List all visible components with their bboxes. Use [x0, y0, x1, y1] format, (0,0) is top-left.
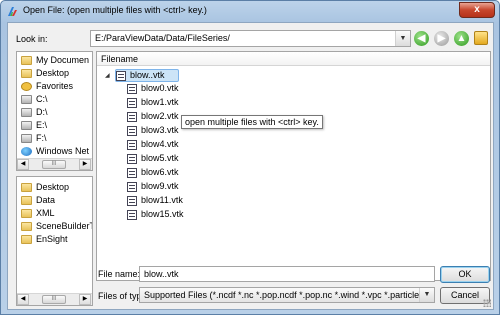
- collapse-arrow-icon[interactable]: ◢: [105, 72, 110, 79]
- places-item-label: C:\: [36, 94, 48, 104]
- ok-button[interactable]: OK: [440, 266, 490, 283]
- multi-select-tooltip: open multiple files with <ctrl> key.: [181, 115, 323, 129]
- vtk-file-icon: [127, 98, 137, 108]
- file-name: blow2.vtk: [141, 111, 179, 121]
- file-type-value: Supported Files (*.ncdf *.nc *.pop.ncdf …: [144, 290, 430, 300]
- favorites-icon: [21, 82, 32, 91]
- scroll-right-icon[interactable]: ▶: [79, 294, 91, 305]
- new-folder-button[interactable]: [474, 31, 488, 45]
- vtk-file-icon: [127, 84, 137, 94]
- recent-directories-sidebar: Desktop Data XML SceneBuilderT EnSight ◀…: [16, 176, 93, 306]
- file-group-row[interactable]: blow..vtk: [115, 69, 179, 82]
- back-button[interactable]: ◀: [414, 31, 429, 46]
- folder-icon: [21, 209, 32, 218]
- dialog-client-area: Look in: E:/ParaViewData/Data/FileSeries…: [7, 22, 494, 310]
- file-name: blow15.vtk: [141, 209, 184, 219]
- chevron-down-icon[interactable]: ▼: [395, 31, 410, 46]
- up-arrow-icon: ▲: [456, 33, 467, 44]
- file-name: blow11.vtk: [141, 195, 183, 205]
- places-item-label: E:\: [36, 120, 48, 130]
- recent-item-label: Data: [36, 195, 56, 205]
- scrollbar-thumb[interactable]: III: [42, 295, 66, 304]
- places-item-label: Favorites: [36, 81, 74, 91]
- recent-item-label: SceneBuilderT: [36, 221, 93, 231]
- scroll-left-icon[interactable]: ◀: [17, 294, 29, 305]
- drive-icon: [21, 134, 32, 143]
- recent-item-label: EnSight: [36, 234, 68, 244]
- resize-grip-icon[interactable]: [483, 299, 491, 307]
- file-name: blow5.vtk: [141, 153, 179, 163]
- look-in-value: E:/ParaViewData/Data/FileSeries/: [95, 33, 230, 43]
- file-name: blow0.vtk: [141, 83, 179, 93]
- vtk-file-icon: [127, 168, 137, 178]
- file-name: blow3.vtk: [141, 125, 179, 135]
- file-group-icon: [116, 71, 126, 81]
- vtk-file-icon: [127, 112, 137, 122]
- file-name: blow..vtk: [130, 70, 165, 80]
- back-arrow-icon: ◀: [417, 33, 426, 44]
- file-name-input[interactable]: blow..vtk: [139, 266, 435, 282]
- folder-icon: [21, 196, 32, 205]
- folder-icon: [21, 56, 32, 65]
- file-name-label: File name:: [98, 269, 141, 279]
- vtk-file-icon: [127, 182, 137, 192]
- vtk-file-icon: [127, 140, 137, 150]
- recent-horizontal-scrollbar[interactable]: ◀ III ▶: [17, 293, 92, 305]
- places-horizontal-scrollbar[interactable]: ◀ III ▶: [17, 158, 92, 170]
- places-item-label: Windows Net: [36, 146, 90, 156]
- column-header-label: Filename: [101, 54, 139, 64]
- places-sidebar: My Documen Desktop Favorites C:\ D:\ E:\: [16, 51, 93, 171]
- folder-icon: [21, 183, 32, 192]
- look-in-combo[interactable]: E:/ParaViewData/Data/FileSeries/ ▼: [90, 30, 411, 47]
- drive-icon: [21, 95, 32, 104]
- places-item-label: My Documen: [36, 55, 90, 65]
- parent-directory-button[interactable]: ▲: [454, 31, 469, 46]
- file-name: blow4.vtk: [141, 139, 179, 149]
- folder-icon: [21, 235, 32, 244]
- recent-item-label: XML: [36, 208, 55, 218]
- filename-column-header[interactable]: Filename: [97, 52, 490, 66]
- forward-button[interactable]: ▶: [434, 31, 449, 46]
- paraview-app-icon: [8, 7, 17, 16]
- vtk-file-icon: [127, 196, 137, 206]
- file-name: blow1.vtk: [141, 97, 179, 107]
- look-in-label: Look in:: [16, 34, 48, 44]
- file-name: blow9.vtk: [141, 181, 179, 191]
- vtk-file-icon: [127, 126, 137, 136]
- title-bar[interactable]: Open File: (open multiple files with <ct…: [1, 1, 499, 21]
- folder-icon: [21, 69, 32, 78]
- scroll-left-icon[interactable]: ◀: [17, 159, 29, 170]
- places-item-label: Desktop: [36, 68, 70, 78]
- file-type-combo[interactable]: Supported Files (*.ncdf *.nc *.pop.ncdf …: [139, 287, 435, 303]
- close-button[interactable]: x: [459, 2, 495, 18]
- drive-icon: [21, 121, 32, 130]
- places-item-label: D:\: [36, 107, 48, 117]
- file-name-value: blow..vtk: [144, 269, 179, 279]
- scroll-right-icon[interactable]: ▶: [79, 159, 91, 170]
- drive-icon: [21, 108, 32, 117]
- close-icon: x: [474, 4, 480, 15]
- scrollbar-thumb[interactable]: III: [42, 160, 66, 169]
- vtk-file-icon: [127, 210, 137, 220]
- network-globe-icon: [21, 147, 32, 156]
- folder-icon: [21, 222, 32, 231]
- new-folder-icon: [475, 32, 487, 44]
- file-list[interactable]: Filename ◢ blow..vtk blow0.vtk blow1.vtk…: [96, 51, 491, 281]
- forward-arrow-icon: ▶: [437, 33, 446, 44]
- chevron-down-icon[interactable]: ▼: [419, 288, 434, 302]
- file-name: blow6.vtk: [141, 167, 179, 177]
- places-item-label: F:\: [36, 133, 47, 143]
- open-file-dialog: Open File: (open multiple files with <ct…: [0, 0, 500, 315]
- recent-item-label: Desktop: [36, 182, 70, 192]
- window-title: Open File: (open multiple files with <ct…: [23, 5, 207, 15]
- vtk-file-icon: [127, 154, 137, 164]
